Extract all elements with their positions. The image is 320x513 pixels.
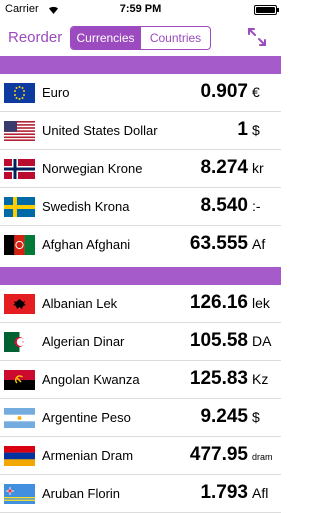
currency-value: 63.555 [190, 233, 248, 255]
sweden-flag-icon [4, 197, 35, 217]
currency-row-afn[interactable]: Afghan Afghani 63.555 Af [0, 226, 281, 264]
section-divider [0, 56, 281, 74]
currency-symbol: DA [252, 333, 271, 349]
norway-flag-icon [4, 159, 35, 179]
currency-value: 1 [237, 119, 248, 141]
currency-value: 9.245 [200, 406, 248, 428]
section-divider [0, 267, 281, 285]
currency-row-ars[interactable]: Argentine Peso 9.245 $ [0, 399, 281, 437]
currency-value: 125.83 [190, 368, 248, 390]
currency-value: 126.16 [190, 292, 248, 314]
angola-flag-icon [4, 370, 35, 390]
currency-name: Afghan Afghani [42, 237, 130, 252]
tab-countries[interactable]: Countries [140, 27, 210, 49]
currency-symbol: $ [252, 409, 260, 425]
currency-name: Algerian Dinar [42, 334, 124, 349]
currency-row-awg[interactable]: Aruban Florin 1.793 Afl [0, 475, 281, 513]
currency-value: 1.793 [200, 482, 248, 504]
currency-row-dzd[interactable]: Algerian Dinar 105.58 DA [0, 323, 281, 361]
currency-name: Armenian Dram [42, 448, 133, 463]
currency-symbol: Afl [252, 485, 268, 501]
currency-name: United States Dollar [42, 123, 158, 138]
currency-symbol: dram [252, 452, 273, 462]
currency-value: 8.540 [200, 195, 248, 217]
battery-icon [254, 5, 277, 15]
currency-name: Swedish Krona [42, 199, 129, 214]
currency-symbol: lek [252, 295, 270, 311]
currency-row-nok[interactable]: Norwegian Krone 8.274 kr [0, 150, 281, 188]
currency-name: Angolan Kwanza [42, 372, 140, 387]
tab-currencies[interactable]: Currencies [71, 27, 140, 49]
currency-name: Aruban Florin [42, 486, 120, 501]
armenia-flag-icon [4, 446, 35, 466]
reorder-button[interactable]: Reorder [8, 29, 62, 46]
albania-flag-icon [4, 294, 35, 314]
currency-row-amd[interactable]: Armenian Dram 477.95 dram [0, 437, 281, 475]
afghanistan-flag-icon [4, 235, 35, 255]
algeria-flag-icon [4, 332, 35, 352]
us-flag-icon [4, 121, 35, 141]
currency-name: Euro [42, 85, 69, 100]
currency-value: 477.95 [190, 444, 248, 466]
navigation-bar: Reorder Currencies Countries [0, 20, 281, 56]
currency-name: Norwegian Krone [42, 161, 142, 176]
segmented-control: Currencies Countries [70, 26, 211, 50]
currency-row-lek[interactable]: Albanian Lek 126.16 lek [0, 285, 281, 323]
currency-value: 0.907 [200, 81, 248, 103]
currency-name: Albanian Lek [42, 296, 117, 311]
currency-row-aoa[interactable]: Angolan Kwanza 125.83 Kz [0, 361, 281, 399]
currency-symbol: Af [252, 236, 265, 252]
currency-row-sek[interactable]: Swedish Krona 8.540 :- [0, 188, 281, 226]
argentina-flag-icon [4, 408, 35, 428]
expand-icon[interactable] [246, 26, 268, 48]
status-bar: Carrier 7:59 PM [0, 0, 281, 20]
currency-name: Argentine Peso [42, 410, 131, 425]
currency-value: 105.58 [190, 330, 248, 352]
currency-symbol: :- [252, 198, 261, 214]
currency-symbol: € [252, 84, 260, 100]
status-time: 7:59 PM [0, 3, 281, 15]
currency-row-euro[interactable]: Euro 0.907 € [0, 74, 281, 112]
currency-symbol: kr [252, 160, 264, 176]
currency-row-usd[interactable]: United States Dollar 1 $ [0, 112, 281, 150]
eu-flag-icon [4, 83, 35, 103]
currency-symbol: Kz [252, 371, 268, 387]
currency-value: 8.274 [200, 157, 248, 179]
currency-symbol: $ [252, 122, 260, 138]
aruba-flag-icon [4, 484, 35, 504]
